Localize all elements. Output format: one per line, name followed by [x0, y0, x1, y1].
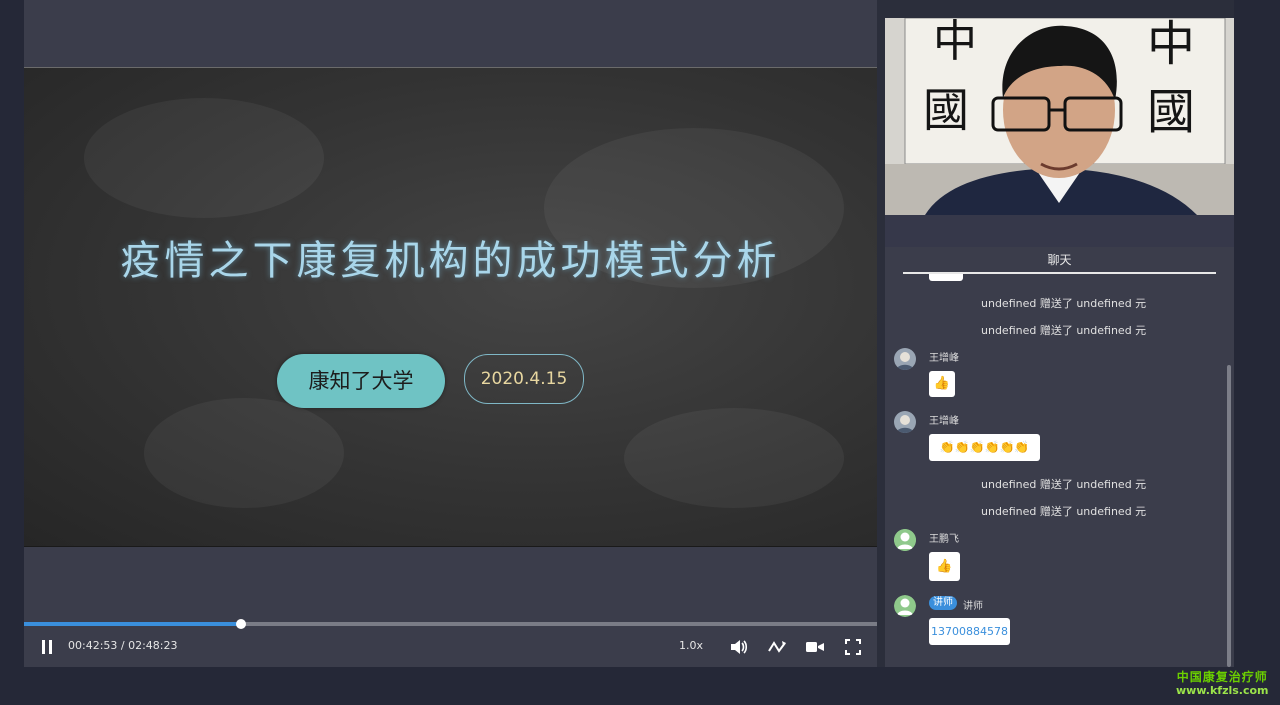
chat-tab[interactable]: 聊天 — [885, 247, 1234, 274]
chat-scrollbar[interactable] — [1227, 365, 1231, 667]
svg-text:國: 國 — [923, 83, 969, 137]
pause-icon[interactable] — [36, 630, 58, 664]
watermark-title: 中国康复治疗师 — [1176, 670, 1268, 684]
svg-text:中: 中 — [933, 18, 977, 67]
control-bar: 00:42:53 / 02:48:23 1.0x — [24, 630, 877, 666]
line-switch-icon[interactable] — [766, 630, 788, 664]
system-message: undefined 赠送了 undefined 元 — [981, 478, 1147, 491]
avatar — [894, 348, 916, 370]
chat-bubble: 13700884578 — [929, 618, 1010, 645]
avatar — [894, 529, 916, 551]
avatar — [894, 411, 916, 433]
system-message: undefined 赠送了 undefined 元 — [981, 324, 1147, 337]
slide-date-badge: 2020.4.15 — [464, 354, 584, 404]
avatar — [894, 595, 916, 617]
chat-bubble: 👍 — [929, 371, 955, 397]
teacher-badge: 讲师 — [929, 596, 957, 610]
chat-username: 王鹏飞 — [929, 534, 959, 545]
teacher-camera: 中 國 中 國 — [885, 18, 1234, 215]
right-edge — [1234, 0, 1280, 667]
progress-handle[interactable] — [235, 619, 246, 629]
video-player[interactable]: 疫情之下康复机构的成功模式分析 康知了大学 2020.4.15 00:42:53… — [24, 0, 877, 667]
watermark-url: www.kfzls.com — [1176, 684, 1269, 697]
camera-gap — [885, 215, 1234, 247]
watermark: 中国康复治疗师 www.kfzls.com — [1176, 670, 1269, 698]
progress-bar[interactable] — [24, 619, 877, 629]
system-message: undefined 赠送了 undefined 元 — [981, 297, 1147, 310]
playback-speed[interactable]: 1.0x — [679, 639, 703, 652]
chat-username: 王增峰 — [929, 353, 959, 364]
chat-username: 讲师 — [963, 601, 983, 612]
chat-username: 王增峰 — [929, 416, 959, 427]
video-slide: 疫情之下康复机构的成功模式分析 康知了大学 2020.4.15 — [24, 67, 877, 547]
fullscreen-icon[interactable] — [842, 630, 864, 664]
slide-org-badge: 康知了大学 — [277, 354, 445, 408]
progress-fill — [24, 622, 241, 626]
time-display: 00:42:53 / 02:48:23 — [68, 639, 178, 652]
chat-bubble: 👏👏👏👏👏👏 — [929, 434, 1040, 461]
bottom-strip — [0, 667, 1280, 705]
svg-text:中: 中 — [1147, 18, 1195, 72]
camera-icon[interactable] — [804, 630, 826, 664]
previous-bubble — [929, 274, 963, 281]
left-edge — [0, 0, 24, 705]
volume-icon[interactable] — [728, 630, 750, 664]
svg-text:國: 國 — [1147, 84, 1195, 140]
panel-divider — [877, 0, 885, 667]
system-message: undefined 赠送了 undefined 元 — [981, 505, 1147, 518]
chat-panel: 聊天 undefined 赠送了 undefined 元 undefined 赠… — [885, 247, 1234, 667]
chat-bubble: 👍 — [929, 552, 960, 581]
slide-title: 疫情之下康复机构的成功模式分析 — [120, 238, 781, 284]
